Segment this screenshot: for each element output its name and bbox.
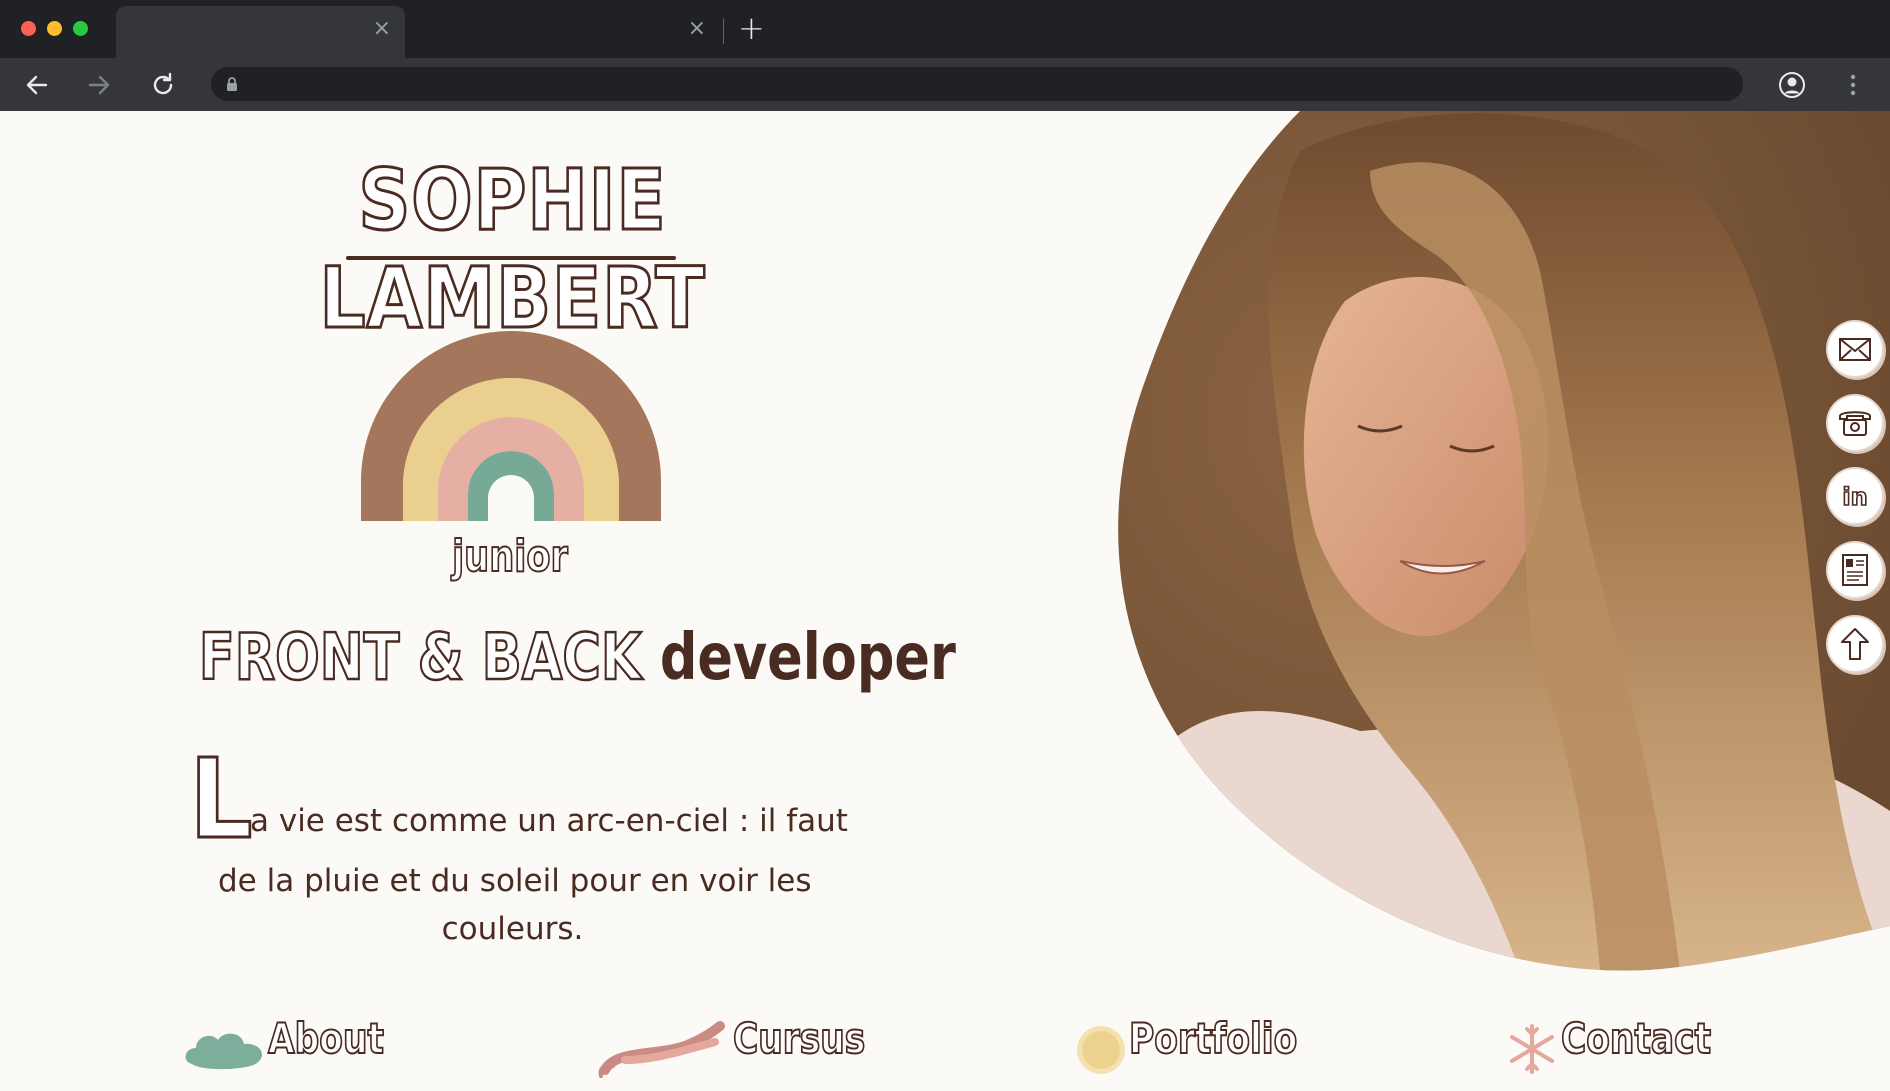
cv-link[interactable]	[1828, 543, 1882, 597]
level-label: junior	[451, 530, 568, 583]
portfolio-page: SOPHIE LAMBERT junior FRONT & BACK devel…	[0, 111, 1890, 1091]
email-link[interactable]	[1828, 322, 1882, 376]
arrow-up-icon	[1841, 628, 1869, 660]
nav-cursus[interactable]: Cursus	[595, 1006, 895, 1086]
tab-strip: × × +	[0, 0, 1890, 58]
nav-label: Contact	[1560, 1013, 1712, 1064]
close-window-button[interactable]	[21, 21, 36, 36]
role-title: FRONT & BACK developer	[198, 620, 956, 697]
browser-tab-active[interactable]: ×	[116, 6, 405, 58]
more-vertical-icon	[1850, 74, 1856, 96]
role-title-part1: FRONT & BACK	[198, 620, 643, 697]
arrow-right-icon	[88, 75, 110, 95]
browser-chrome: × × +	[0, 0, 1890, 111]
linkedin-icon: in	[1842, 482, 1869, 512]
nav-contact[interactable]: Contact	[1505, 1006, 1745, 1086]
back-button[interactable]	[20, 68, 54, 102]
minimize-window-button[interactable]	[47, 21, 62, 36]
scroll-top-button[interactable]	[1828, 617, 1882, 671]
quote-dropcap: L	[188, 735, 254, 863]
tab-divider	[723, 18, 724, 44]
lock-icon	[227, 77, 237, 91]
quote-line: de la pluie et du soleil pour en voir le…	[218, 863, 812, 899]
profile-button[interactable]	[1775, 68, 1809, 102]
cv-document-icon	[1842, 554, 1868, 586]
browser-menu-button[interactable]	[1838, 68, 1868, 102]
envelope-icon	[1839, 338, 1871, 361]
role-title-part2: developer	[659, 621, 956, 695]
nav-label: Portfolio	[1128, 1013, 1298, 1064]
browser-tab[interactable]: ×	[410, 6, 720, 58]
profile-photo	[1118, 111, 1890, 971]
quote-line: a vie est comme un arc-en-ciel : il faut	[250, 803, 848, 839]
plus-icon[interactable]: +	[738, 12, 765, 44]
sun-icon	[1077, 1026, 1125, 1074]
nav-label: Cursus	[732, 1013, 866, 1064]
cloud-icon	[185, 1033, 263, 1070]
nav-label: About	[267, 1013, 385, 1064]
reload-button[interactable]	[146, 68, 180, 102]
telephone-icon	[1839, 411, 1871, 436]
tab-close-icon[interactable]: ×	[373, 18, 391, 40]
arrow-left-icon	[26, 75, 48, 95]
tab-close-icon[interactable]: ×	[688, 18, 706, 40]
quote-line: couleurs.	[441, 911, 584, 947]
snowflake-icon	[1510, 1024, 1554, 1074]
reload-icon	[153, 72, 173, 95]
forward-button[interactable]	[82, 68, 116, 102]
title-underline	[346, 256, 676, 260]
account-circle-icon	[1779, 72, 1805, 98]
phone-link[interactable]	[1828, 396, 1882, 450]
ribbon-icon	[598, 1021, 725, 1078]
nav-portfolio[interactable]: Portfolio	[1075, 1006, 1345, 1086]
nav-about[interactable]: About	[180, 1006, 410, 1086]
linkedin-link[interactable]: in	[1828, 469, 1882, 523]
svg-text:in: in	[1842, 483, 1867, 511]
rainbow-illustration	[361, 331, 661, 521]
address-bar[interactable]	[211, 67, 1743, 101]
maximize-window-button[interactable]	[73, 21, 88, 36]
